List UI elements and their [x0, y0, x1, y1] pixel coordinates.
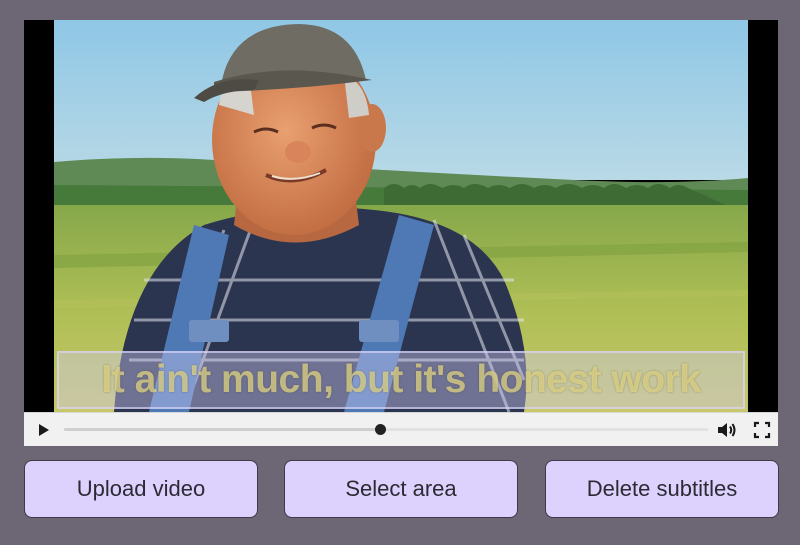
video-frame[interactable]: It ain't much, but it's honest work: [24, 20, 778, 412]
video-controls: [24, 412, 778, 446]
play-button[interactable]: [34, 421, 52, 439]
subtitle-editor-app: It ain't much, but it's honest work Uplo…: [0, 0, 800, 545]
fullscreen-button[interactable]: [753, 421, 771, 439]
progress-thumb[interactable]: [374, 424, 386, 435]
select-area-button[interactable]: Select area: [284, 460, 518, 518]
delete-subtitles-button[interactable]: Delete subtitles: [545, 460, 779, 518]
progress-played: [64, 428, 380, 431]
progress-bar[interactable]: [64, 424, 708, 435]
play-icon: [39, 424, 49, 436]
subtitle-overlay[interactable]: It ain't much, but it's honest work: [57, 351, 745, 409]
volume-button[interactable]: [716, 420, 738, 440]
upload-video-button[interactable]: Upload video: [24, 460, 258, 518]
action-buttons: Upload video Select area Delete subtitle…: [24, 460, 779, 520]
fullscreen-icon: [753, 421, 771, 439]
volume-icon: [718, 423, 736, 437]
video-player: It ain't much, but it's honest work: [24, 20, 778, 446]
subtitle-text: It ain't much, but it's honest work: [101, 358, 701, 401]
